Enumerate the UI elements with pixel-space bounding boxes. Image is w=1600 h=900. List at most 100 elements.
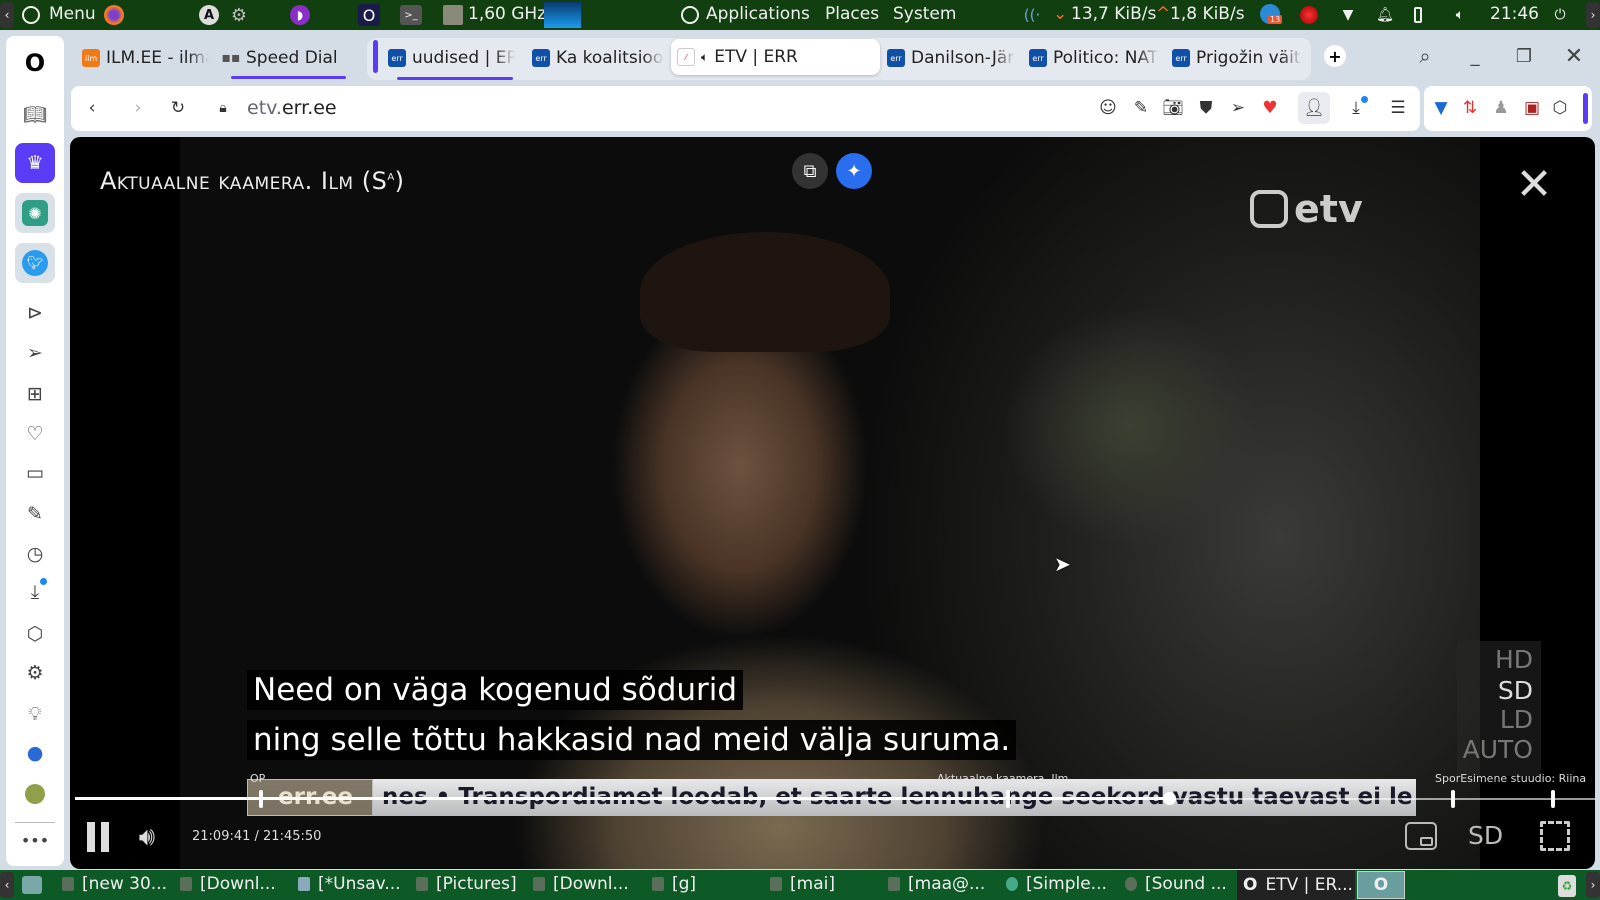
opera-workspace-icon[interactable]: O [1357, 871, 1405, 899]
send-to-flow-icon[interactable]: ➢ [1226, 96, 1250, 120]
taskbar-item[interactable]: [Simple... [1006, 874, 1107, 894]
opera-icon[interactable]: O [358, 4, 380, 26]
firefox-icon[interactable] [104, 5, 124, 25]
close-player-icon[interactable]: ✕ [1512, 159, 1556, 210]
chapter-marker[interactable] [1551, 790, 1555, 808]
picture-in-picture-icon[interactable] [1405, 822, 1437, 850]
quality-auto[interactable]: AUTO [1463, 735, 1533, 764]
bell-icon[interactable]: 🔔︎ [1376, 4, 1394, 26]
search-a-icon[interactable]: A [199, 5, 219, 25]
terminal-icon[interactable]: >_ [400, 5, 422, 25]
tab-koalitsioon[interactable]: err Ka koalitsioon [526, 40, 664, 76]
url-field[interactable]: etv.err.ee [247, 97, 337, 119]
pin-to-board-icon[interactable]: ✎ [1129, 96, 1153, 120]
lock-icon[interactable]: 🔒︎ [211, 96, 235, 120]
video-player[interactable]: Aktuaalne kaamera. Ilm (Sa) ⧉ ✦ ✕ etv Ne… [70, 137, 1595, 869]
profile-icon[interactable]: 👤︎ [1298, 92, 1330, 124]
taskbar-item[interactable]: [Sound ... [1125, 874, 1227, 894]
wifi-icon[interactable]: ▼ [1339, 4, 1357, 26]
quality-hd[interactable]: HD [1495, 645, 1533, 674]
applications-menu[interactable]: Applications [706, 4, 810, 24]
lightbulb-icon[interactable]: 💡︎ [15, 694, 55, 734]
battery-icon[interactable] [1414, 7, 1422, 23]
easy-setup-sliders-icon[interactable]: ☰ [1386, 96, 1410, 120]
tab-uudised[interactable]: err uudised | ERR [382, 40, 515, 76]
download-icon[interactable]: ⤓ [1344, 96, 1368, 120]
tab-ilm[interactable]: ilm ILM.EE - ilmateade [76, 40, 209, 76]
tor-icon[interactable]: ◗ [290, 5, 310, 25]
tabs-icon[interactable]: ▭ [15, 453, 55, 493]
taskbar-item[interactable]: [Pictures] [416, 874, 517, 894]
ai-sparkle-icon[interactable]: ✦ [836, 153, 872, 189]
settings-gear-icon[interactable]: ⚙ [15, 653, 55, 693]
bookmarks-book-icon[interactable]: 📖︎ [15, 94, 55, 134]
minimize-icon[interactable]: _ [1463, 44, 1487, 68]
reload-icon[interactable]: ↻ [166, 96, 190, 120]
new-tab-plus-icon[interactable]: + [1324, 45, 1346, 67]
taskbar-item[interactable]: [new 30... [62, 874, 167, 894]
taskbar-item[interactable]: [maa@... [888, 874, 985, 894]
sidebar-toggle[interactable] [1583, 93, 1588, 124]
speaker-icon[interactable]: 🔈︎ [1452, 4, 1468, 26]
fullscreen-icon[interactable] [1540, 821, 1570, 851]
emoji-icon[interactable]: ☺ [1096, 96, 1120, 120]
chapter-marker[interactable] [259, 790, 263, 808]
notes-app-icon[interactable] [25, 784, 45, 804]
pinboard-icon[interactable]: ✎ [15, 494, 55, 534]
chapter-marker[interactable] [1006, 790, 1010, 808]
pause-icon[interactable] [84, 821, 112, 853]
places-menu[interactable]: Places [825, 4, 879, 24]
extension-cube-icon[interactable]: ⬡ [1548, 96, 1572, 120]
tab-politico[interactable]: err Politico: NATO [1023, 40, 1159, 76]
gears-icon[interactable]: ⚙ [228, 4, 250, 26]
tab-prigozhin[interactable]: err Prigožin väitis [1166, 40, 1302, 76]
telegram-icon[interactable]: 13 [1260, 4, 1283, 24]
panel-right-arrow-icon[interactable]: › [1586, 2, 1600, 28]
chapter-marker[interactable] [1451, 790, 1455, 808]
camera-snapshot-icon[interactable]: 📷︎ [1161, 96, 1185, 120]
volume-icon[interactable]: 🔊︎ [130, 821, 164, 853]
extensions-cube-icon[interactable]: ⬡ [15, 614, 55, 654]
taskbar-item[interactable]: [Downl... [533, 874, 629, 894]
more-dots-icon[interactable]: ••• [15, 820, 55, 860]
chatgpt-icon[interactable]: ✺ [22, 200, 48, 226]
restore-icon[interactable]: ❐ [1512, 44, 1536, 68]
heart-icon[interactable]: ♡ [15, 414, 55, 454]
power-icon[interactable]: ⏻ [1552, 4, 1568, 26]
forward-icon[interactable]: › [126, 96, 150, 120]
quality-ld[interactable]: LD [1500, 705, 1533, 734]
extension-arrows-icon[interactable]: ⇅ [1458, 96, 1482, 120]
taskbar-item[interactable]: [mai] [770, 874, 835, 894]
taskbar-item[interactable]: [*Unsav... [298, 874, 401, 894]
record-icon[interactable] [1300, 6, 1318, 24]
history-clock-icon[interactable]: ◷ [15, 534, 55, 574]
clock[interactable]: 21:46 [1490, 4, 1539, 24]
quality-sd-selected[interactable]: SD [1498, 676, 1533, 705]
taskbar-item[interactable]: [g] [652, 874, 696, 894]
extension-funnel-icon[interactable]: ▼ [1429, 96, 1453, 120]
send-icon[interactable]: ➢ [15, 333, 55, 373]
taskbar-item-active[interactable]: O ETV | ER... [1237, 870, 1355, 900]
heart-bookmark-icon[interactable]: ♥ [1258, 96, 1282, 120]
taskbar-item[interactable]: [Downl... [180, 874, 276, 894]
extension-badge-icon[interactable]: ▣ [1520, 96, 1544, 120]
detach-video-icon[interactable]: ⧉ [792, 153, 828, 189]
messenger-icon[interactable]: ● [15, 733, 55, 773]
system-menu[interactable]: System [893, 4, 956, 24]
tab-speed-dial[interactable]: ▪▪ Speed Dial [216, 40, 345, 76]
close-window-icon[interactable]: ✕ [1562, 44, 1586, 69]
player-icon[interactable]: ⊳ [15, 293, 55, 333]
audio-playing-icon[interactable]: 🔈︎ [701, 50, 708, 65]
tab-etv-active[interactable]: ⁄ 🔈︎ ETV | ERR [671, 39, 880, 75]
twitter-icon[interactable]: 🐦︎ [22, 250, 48, 276]
opera-logo-icon[interactable]: O [15, 43, 55, 83]
taskbar-right-arrow-icon[interactable]: › [1586, 872, 1600, 898]
extension-incognito-icon[interactable]: ♟ [1489, 96, 1513, 120]
tab-danilson[interactable]: err Danilson-Järg [881, 40, 1015, 76]
panel-left-arrow-icon[interactable]: ‹ [0, 2, 14, 28]
quality-button[interactable]: SD [1468, 821, 1503, 850]
trash-icon[interactable]: ♻ [1558, 875, 1576, 897]
taskbar-left-arrow-icon[interactable]: ‹ [0, 872, 14, 898]
menu-button[interactable]: Menu [49, 4, 96, 24]
tab-search-icon[interactable]: ⌕ [1413, 44, 1437, 68]
